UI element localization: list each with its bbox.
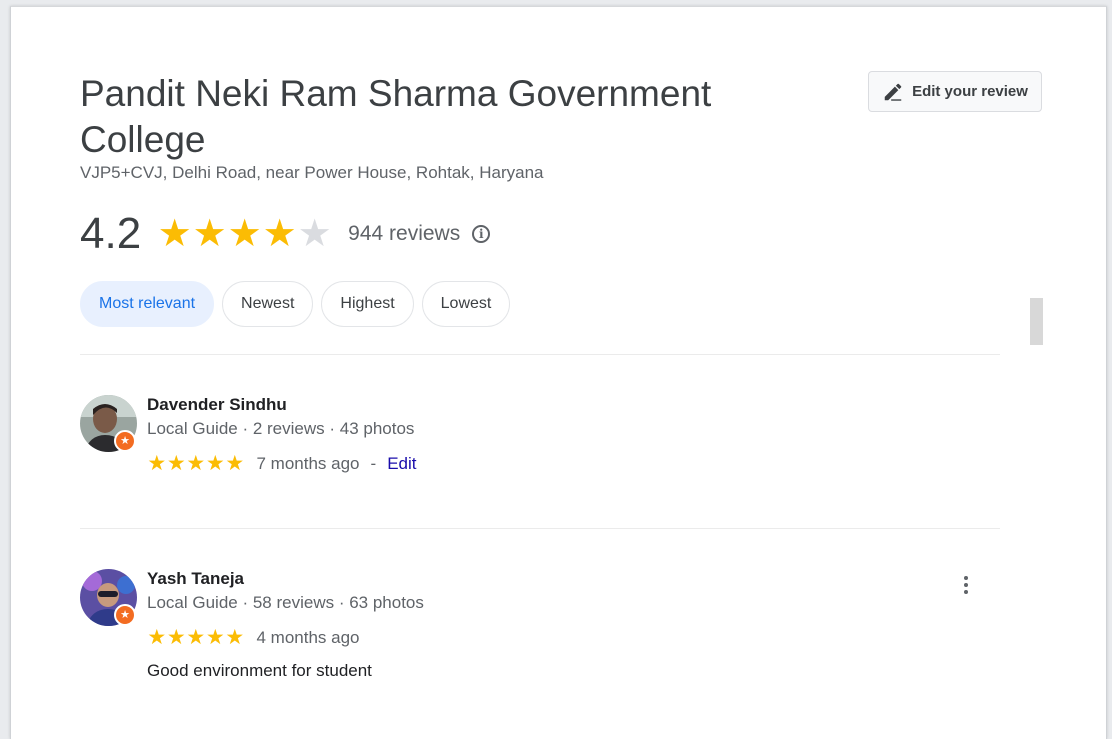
rating-summary: 4.2 ★ ★ ★ ★ ★ 944 reviews i: [80, 207, 491, 261]
review-count[interactable]: 944 reviews: [348, 222, 460, 246]
more-vert-icon[interactable]: [954, 573, 978, 597]
review-time: 7 months ago: [256, 454, 360, 473]
scrollbar-thumb[interactable]: [1030, 298, 1043, 345]
star-icon: ★: [147, 452, 167, 475]
star-icon: ★: [147, 626, 167, 649]
review-text: Good environment for student: [147, 661, 372, 680]
star-icon: ★: [166, 626, 186, 649]
chip-label: Most relevant: [99, 295, 196, 312]
divider: [80, 354, 1000, 355]
sort-chips: Most relevant Newest Highest Lowest: [80, 281, 511, 327]
star-icon: ★: [225, 452, 245, 475]
reviewer-name[interactable]: Davender Sindhu: [147, 395, 287, 415]
sort-chip-highest[interactable]: Highest: [321, 281, 414, 327]
star-icon: ★: [186, 626, 206, 649]
review-time: 4 months ago: [256, 628, 360, 647]
star-icon: ★: [205, 626, 225, 649]
star-icon: ★: [262, 213, 297, 255]
review-item: ★ Yash Taneja Local Guide · 58 reviews ·…: [80, 569, 1000, 689]
chip-label: Highest: [340, 295, 395, 312]
review-item: ★ Davender Sindhu Local Guide · 2 review…: [80, 395, 1000, 485]
star-icon: ★: [227, 213, 262, 255]
place-address: VJP5+CVJ, Delhi Road, near Power House, …: [80, 163, 544, 182]
star-icon: ★: [205, 452, 225, 475]
reviewer-meta: Local Guide · 58 reviews · 63 photos: [147, 593, 424, 612]
info-icon[interactable]: i: [472, 225, 491, 243]
sort-chip-newest[interactable]: Newest: [222, 281, 314, 327]
star-icon: ★: [297, 213, 332, 255]
chip-label: Newest: [241, 295, 295, 312]
review-stars: ★ ★ ★ ★ ★: [147, 453, 245, 475]
edit-review-label: Edit your review: [912, 83, 1028, 100]
star-icon: ★: [157, 213, 192, 255]
reviewer-name[interactable]: Yash Taneja: [147, 569, 244, 589]
edit-review-button[interactable]: Edit your review: [868, 71, 1042, 112]
divider: [80, 528, 1000, 529]
chip-label: Lowest: [440, 295, 492, 312]
separator: -: [370, 454, 377, 473]
star-icon: ★: [186, 452, 206, 475]
review-stars: ★ ★ ★ ★ ★: [147, 627, 245, 649]
pencil-icon: [884, 83, 902, 101]
rating-value: 4.2: [80, 209, 142, 258]
reviews-panel: Pandit Neki Ram Sharma Government Colleg…: [10, 6, 1107, 739]
rating-stars: ★ ★ ★ ★ ★: [157, 214, 332, 254]
edit-link[interactable]: Edit: [387, 454, 416, 474]
review-rating-line: ★ ★ ★ ★ ★ 4 months ago: [147, 627, 360, 649]
local-guide-badge-icon: ★: [114, 430, 136, 452]
star-icon: ★: [166, 452, 186, 475]
star-icon: ★: [225, 626, 245, 649]
sort-chip-lowest[interactable]: Lowest: [421, 281, 511, 327]
review-rating-line: ★ ★ ★ ★ ★ 7 months ago - Edit: [147, 453, 416, 475]
place-title: Pandit Neki Ram Sharma Government Colleg…: [80, 73, 712, 160]
sort-chip-most-relevant[interactable]: Most relevant: [80, 281, 215, 327]
reviewer-meta: Local Guide · 2 reviews · 43 photos: [147, 419, 415, 438]
star-icon: ★: [192, 213, 227, 255]
local-guide-badge-icon: ★: [114, 604, 136, 626]
